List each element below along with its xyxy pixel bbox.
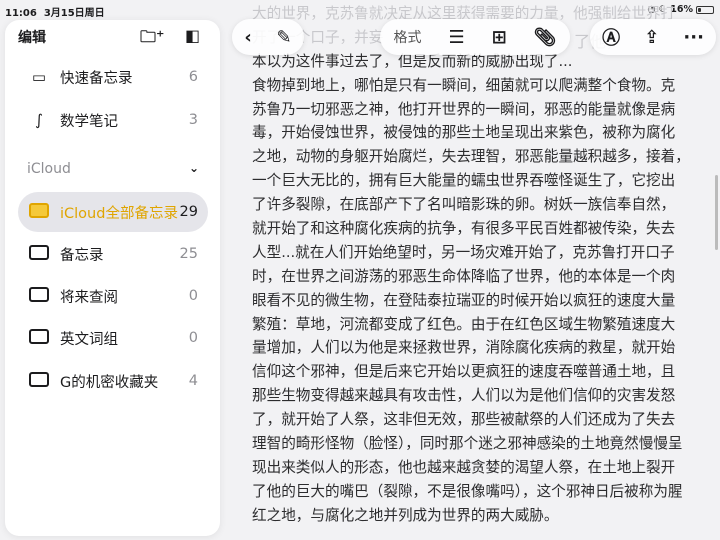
note-line: 眼看不见的微生物，在登陆泰拉瑞亚的时候开始以疯狂的速度大量: [252, 291, 676, 309]
edit-button[interactable]: 编辑: [18, 27, 46, 47]
note-line: 现出来类似人的形态，他也越来越贪婪的渴望人祭，在土地上裂开: [252, 458, 676, 476]
table-icon[interactable]: ⊞: [492, 27, 507, 48]
actions-toolbar: Ⓐ ⇪ ···: [590, 19, 716, 55]
folder-notes[interactable]: 备忘录 25: [18, 234, 208, 274]
folder-secret[interactable]: G的机密收藏夹 4: [18, 361, 208, 401]
note-line: 人型...就在人们开始绝望时，另一场灾难开始了，克苏鲁打开口子: [252, 243, 675, 261]
new-folder-icon[interactable]: 🗀⁺: [140, 26, 164, 53]
sidebar-item-math-notes[interactable]: ∫ 数学笔记 3: [18, 100, 208, 140]
more-icon[interactable]: ···: [683, 27, 704, 48]
compose-icon[interactable]: ✎: [277, 27, 292, 48]
note-line: 了，就开始了人祭，这非但无效，那些被献祭的人们还成为了失去: [252, 411, 676, 429]
note-line: 就开始了和这种腐化疾病的抗争，有很多平民百姓都被传染，失去: [252, 220, 676, 238]
folder-icon: [29, 202, 49, 218]
note-line: 理智的畸形怪物（脸怪），同时那个迷之邪神感染的土地竟然慢慢呈: [252, 435, 683, 453]
folder-icon: [29, 286, 49, 302]
note-line: 信仰这个邪神，但是后来它开始以更疯狂的速度吞噬普通土地，且: [252, 363, 676, 381]
format-toolbar: 格式 ☰ ⊞ 📎︎: [380, 19, 570, 55]
chevron-down-icon[interactable]: ⌄: [189, 161, 199, 175]
note-line: 之地，动物的身躯开始腐烂，失去理智，邪恶能量越积越多，接着，: [252, 148, 690, 166]
checklist-icon[interactable]: ☰: [448, 27, 464, 48]
note-body[interactable]: 大的世界，克苏鲁就决定从这里获得需要的力量，他强制给世界打开了一个口子，并妄了他…: [252, 2, 720, 528]
math-notes-icon: ∫: [35, 111, 43, 129]
note-line: 红之地，与腐化之地并列成为世界的两大威胁。: [252, 506, 559, 524]
note-line: 量增加，人们以为他是来拯救世界，消除腐化疾病的救星，就开始: [252, 339, 676, 357]
folder-english[interactable]: 英文词组 0: [18, 318, 208, 358]
note-line: 繁殖：草地，河流都变成了红色。由于在红色区域生物繁殖速度大: [252, 315, 676, 333]
folder-icon: [29, 371, 49, 387]
note-line: 毒，开始侵蚀世界，被侵蚀的那些土地呈现出来紫色，被称为腐化: [252, 124, 676, 142]
note-line: 时，在世界之间游荡的邪恶生命体降临了世界，他的本体是一个肉: [252, 267, 676, 285]
format-button[interactable]: 格式: [393, 27, 421, 47]
status-time: 11:06 3月15日周日: [5, 8, 105, 19]
note-line: 了许多裂隙，在底部产下了名叫暗影珠的卵。树妖一族信奉自然，: [252, 196, 676, 214]
folder-later[interactable]: 将来查阅 0: [18, 276, 208, 316]
note-line: 苏鲁乃一切邪恶之神，他打开世界的一瞬间，邪恶的能量就像是病: [252, 100, 676, 118]
note-line: 那些生物变得越来越具有攻击性，人们以为是他们信仰的灾害发怒: [252, 387, 676, 405]
nav-toolbar: ‹ ✎: [232, 19, 304, 55]
sidebar-item-quick-notes[interactable]: ▭ 快速备忘录 6: [18, 57, 208, 97]
folder-icon: [29, 244, 49, 260]
note-line: 食物掉到地上，哪怕是只有一瞬间，细菌就可以爬满整个食物。克: [252, 76, 676, 94]
note-line: 了他的巨大的嘴巴（裂隙，不是很像嘴吗），这个邪神日后被称为腥: [252, 482, 683, 500]
back-icon[interactable]: ‹: [244, 27, 251, 48]
section-icloud[interactable]: iCloud: [27, 161, 71, 177]
note-line: 一个巨大无比的，拥有巨大能量的蠕虫世界吞噬怪诞生了，它挖出: [252, 172, 676, 190]
attachment-icon[interactable]: 📎︎: [534, 27, 557, 48]
scrollbar[interactable]: [715, 175, 718, 250]
markup-icon[interactable]: Ⓐ: [602, 24, 620, 50]
folder-icon: [29, 328, 49, 344]
sidebar-toggle-icon[interactable]: ◧: [185, 26, 200, 45]
quick-note-icon: ▭: [31, 68, 47, 86]
sidebar: 编辑 🗀⁺ ◧ ▭ 快速备忘录 6 ∫ 数学笔记 3 iCloud ⌄ iCloud全部…: [5, 20, 220, 536]
share-icon[interactable]: ⇪: [644, 27, 659, 48]
folder-icloud-all[interactable]: iCloud全部备忘录 29: [18, 192, 208, 232]
